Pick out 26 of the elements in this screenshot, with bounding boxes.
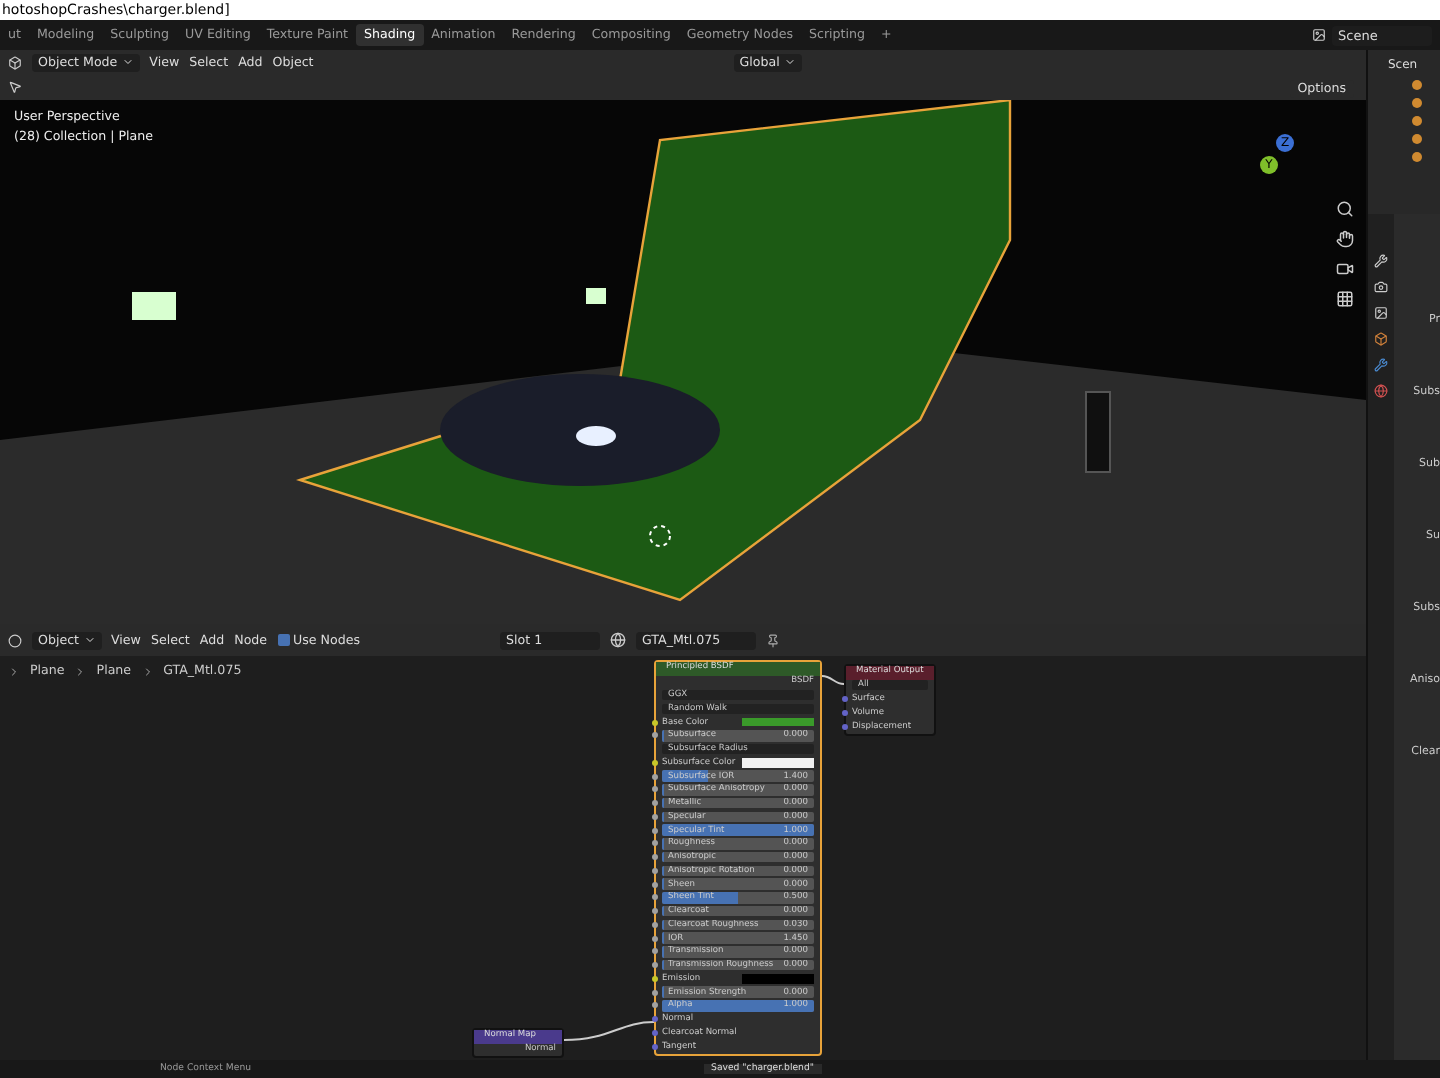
node-link: [821, 675, 845, 685]
caret-icon: [121, 56, 134, 68]
hand-icon[interactable]: [1336, 230, 1354, 248]
modifier-icon[interactable]: [1374, 358, 1388, 372]
zoom-icon[interactable]: [1336, 200, 1354, 218]
pin-icon[interactable]: [766, 633, 781, 647]
material-icon[interactable]: [1374, 384, 1388, 398]
chevron-icon: [141, 665, 154, 677]
material-sphere-icon[interactable]: [610, 632, 627, 648]
node-link: [563, 1021, 655, 1041]
tool-icon[interactable]: [1374, 254, 1388, 268]
output-icon[interactable]: [1374, 306, 1388, 320]
cursor-icon[interactable]: [8, 80, 22, 94]
caret-icon: [83, 634, 96, 646]
caret-icon: [783, 56, 796, 68]
color-swatch[interactable]: [742, 717, 814, 727]
camera-icon[interactable]: [1336, 260, 1354, 278]
chevron-icon: [8, 665, 20, 677]
object-icon[interactable]: [1374, 332, 1388, 346]
scene-icon: [1312, 28, 1326, 42]
grid-icon[interactable]: [1336, 290, 1354, 308]
shader-node[interactable]: [654, 660, 822, 1055]
color-swatch[interactable]: [742, 974, 814, 984]
color-swatch[interactable]: [742, 758, 814, 768]
chevron-icon: [74, 665, 87, 677]
render-icon[interactable]: [1374, 280, 1388, 294]
